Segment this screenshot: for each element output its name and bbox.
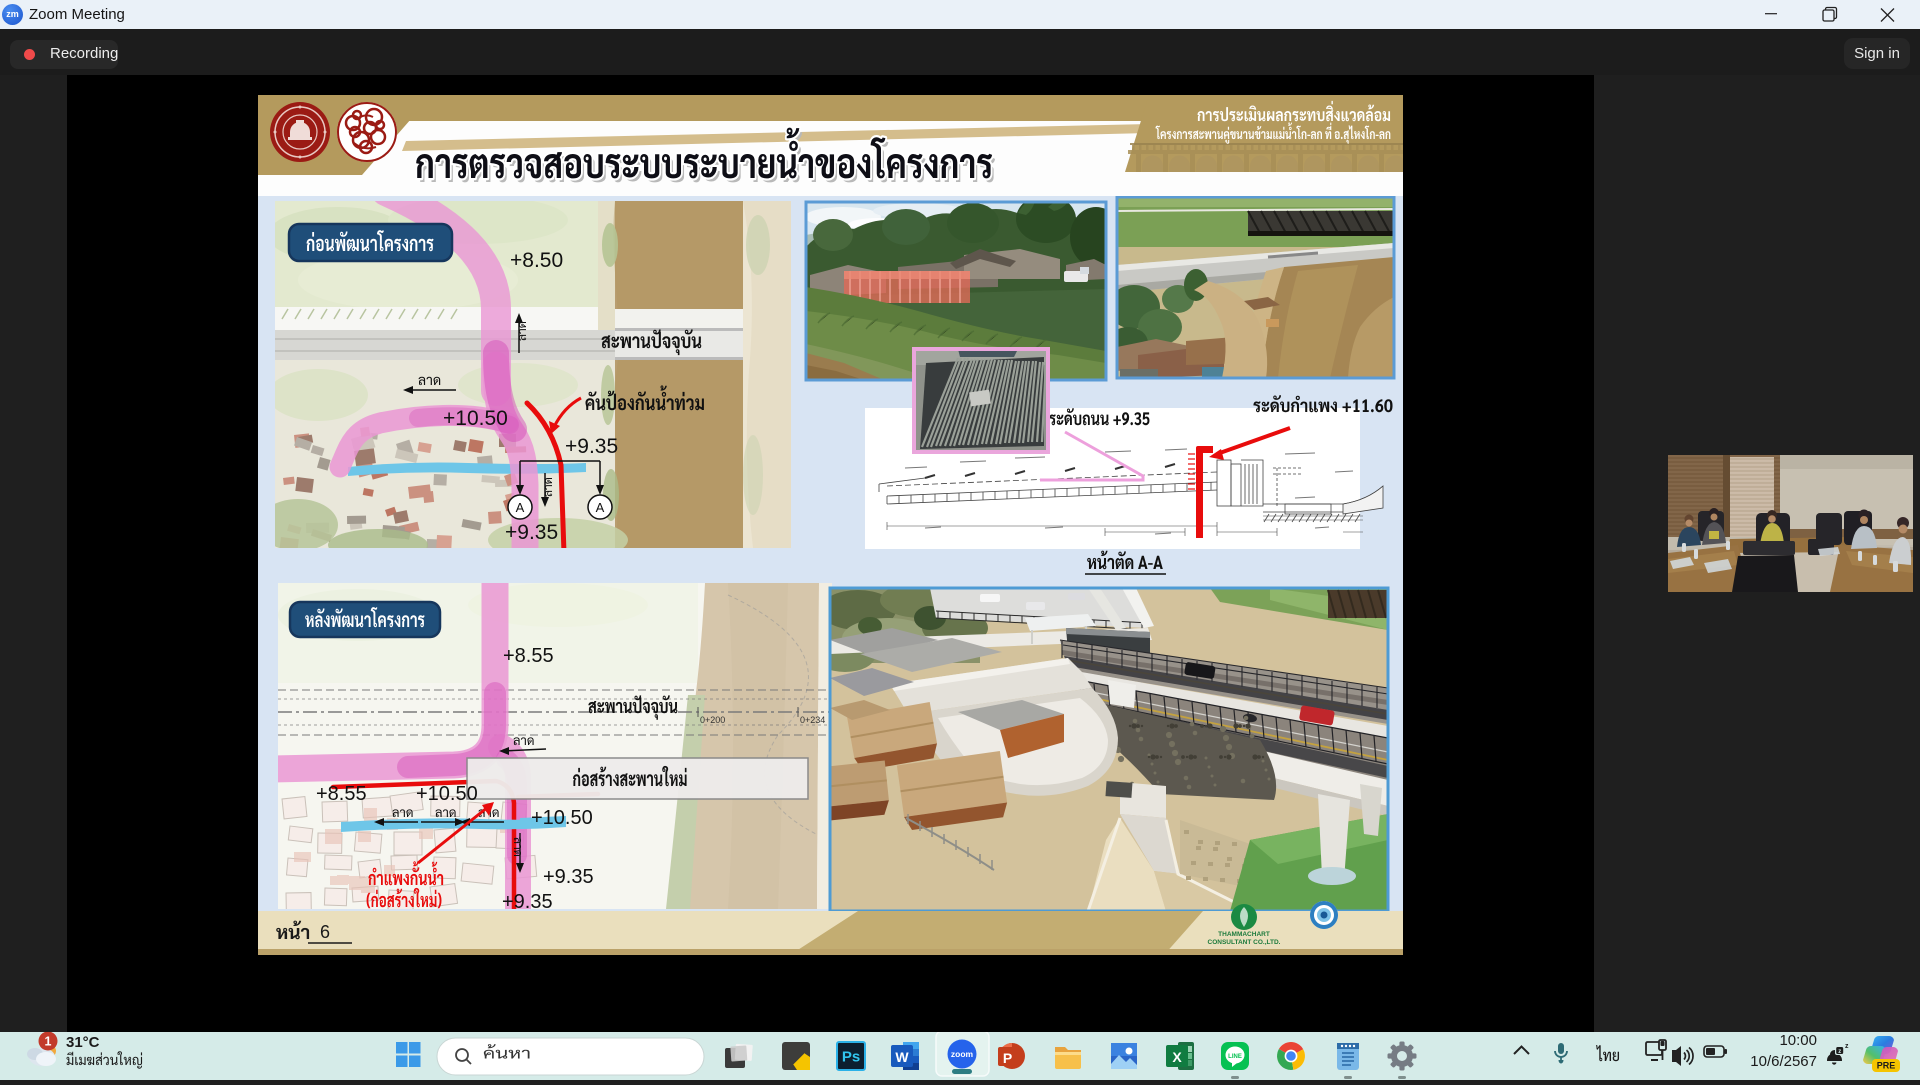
svg-text:X: X — [1172, 1049, 1182, 1065]
svg-text:P: P — [1003, 1050, 1012, 1066]
svg-text:0+200: 0+200 — [700, 715, 725, 725]
svg-text:+9.35: +9.35 — [543, 866, 594, 888]
svg-text:zoom: zoom — [951, 1049, 974, 1059]
svg-text:+10.50: +10.50 — [416, 783, 478, 805]
svg-text:1: 1 — [45, 1035, 52, 1049]
svg-text:31°C: 31°C — [66, 1034, 100, 1051]
svg-text:z: z — [1845, 1043, 1849, 1050]
svg-text:z: z — [1838, 1049, 1841, 1055]
svg-text:6: 6 — [320, 922, 330, 942]
svg-text:+8.50: +8.50 — [510, 249, 563, 272]
svg-text:+8.55: +8.55 — [316, 783, 367, 805]
svg-text:THAMMACHART: THAMMACHART — [1218, 931, 1270, 938]
svg-text:A: A — [596, 500, 605, 515]
svg-text:CONSULTANT CO.,LTD.: CONSULTANT CO.,LTD. — [1208, 939, 1281, 946]
svg-text:A: A — [516, 500, 525, 515]
svg-text:W: W — [895, 1049, 909, 1065]
svg-text:10/6/2567: 10/6/2567 — [1750, 1053, 1817, 1070]
svg-text:PRE: PRE — [1877, 1061, 1896, 1071]
svg-text:+8.55: +8.55 — [503, 645, 554, 667]
svg-text:10:00: 10:00 — [1779, 1032, 1817, 1049]
svg-text:0+234: 0+234 — [800, 715, 825, 725]
svg-text:+9.35: +9.35 — [565, 435, 618, 458]
svg-text:+10.50: +10.50 — [443, 407, 508, 430]
svg-text:+10.50: +10.50 — [531, 807, 593, 829]
svg-text:Ps: Ps — [842, 1049, 860, 1066]
svg-text:+9.35: +9.35 — [505, 521, 558, 544]
svg-text:+9.35: +9.35 — [502, 891, 553, 913]
svg-text:LINE: LINE — [1228, 1054, 1242, 1060]
